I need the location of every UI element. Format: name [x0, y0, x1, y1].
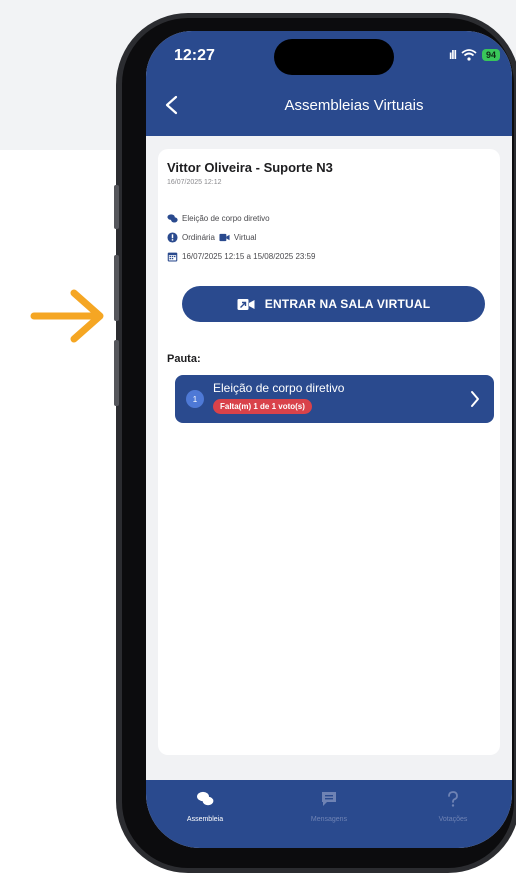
tab-votacoes[interactable]: Votações	[413, 790, 493, 823]
calendar-icon	[167, 252, 178, 262]
tab-label: Mensagens	[310, 816, 348, 823]
battery-icon: 94	[481, 49, 500, 61]
status-time: 12:27	[174, 47, 215, 64]
message-icon	[322, 792, 336, 806]
video-camera-icon	[219, 233, 230, 242]
assembly-created-date: 16/07/2025 12:12	[167, 179, 222, 186]
agenda-item[interactable]: 1 Eleição de corpo diretivo Falta(m) 1 d…	[175, 375, 494, 423]
chat-bubbles-icon	[167, 214, 178, 223]
volume-up-button	[114, 255, 119, 321]
subject-row: Eleição de corpo diretivo	[167, 213, 270, 224]
app-header: 12:27 ıll 94 Assembleias Virtuais	[146, 31, 512, 136]
enter-button-label: ENTRAR NA SALA VIRTUAL	[264, 297, 431, 311]
chevron-right-icon	[471, 391, 479, 407]
assembly-period: 16/07/2025 12:15 a 15/08/2025 23:59	[182, 252, 316, 261]
type-row: Ordinária Virtual	[167, 232, 256, 243]
volume-down-button	[114, 340, 119, 406]
period-row: 16/07/2025 12:15 a 15/08/2025 23:59	[167, 251, 315, 262]
agenda-item-number: 1	[186, 390, 204, 408]
wifi-icon	[461, 49, 477, 61]
assembly-card: Vittor Oliveira - Suporte N3 16/07/2025 …	[158, 149, 500, 755]
assembly-author: Vittor Oliveira - Suporte N3	[167, 160, 333, 175]
tab-label: Assembleia	[186, 816, 224, 823]
dynamic-island	[274, 39, 394, 75]
assembly-subject: Eleição de corpo diretivo	[182, 214, 270, 223]
info-circle-icon	[167, 232, 178, 243]
assembly-type: Ordinária	[182, 233, 215, 242]
agenda-heading: Pauta:	[167, 353, 201, 365]
signal-icon: ıll	[448, 48, 457, 62]
video-camera-icon	[237, 298, 255, 310]
arrow-right-icon	[30, 289, 104, 343]
question-icon	[448, 791, 458, 807]
chat-bubbles-icon	[197, 791, 214, 806]
tab-label: Votações	[438, 816, 468, 823]
enter-virtual-room-button[interactable]: ENTRAR NA SALA VIRTUAL	[182, 286, 485, 322]
tab-mensagens[interactable]: Mensagens	[289, 790, 369, 823]
bottom-tab-bar: Assembleia Mensagens Votações	[146, 780, 512, 848]
vote-status-badge: Falta(m) 1 de 1 voto(s)	[213, 399, 312, 414]
tab-assembleia[interactable]: Assembleia	[165, 790, 245, 823]
app-screen: 12:27 ıll 94 Assembleias Virtuais Vittor…	[146, 31, 512, 848]
status-icons: ıll 94	[449, 48, 500, 62]
page-title: Assembleias Virtuais	[284, 97, 424, 114]
assembly-mode: Virtual	[233, 233, 257, 242]
side-button	[114, 185, 119, 229]
agenda-item-title: Eleição de corpo diretivo	[213, 381, 345, 395]
